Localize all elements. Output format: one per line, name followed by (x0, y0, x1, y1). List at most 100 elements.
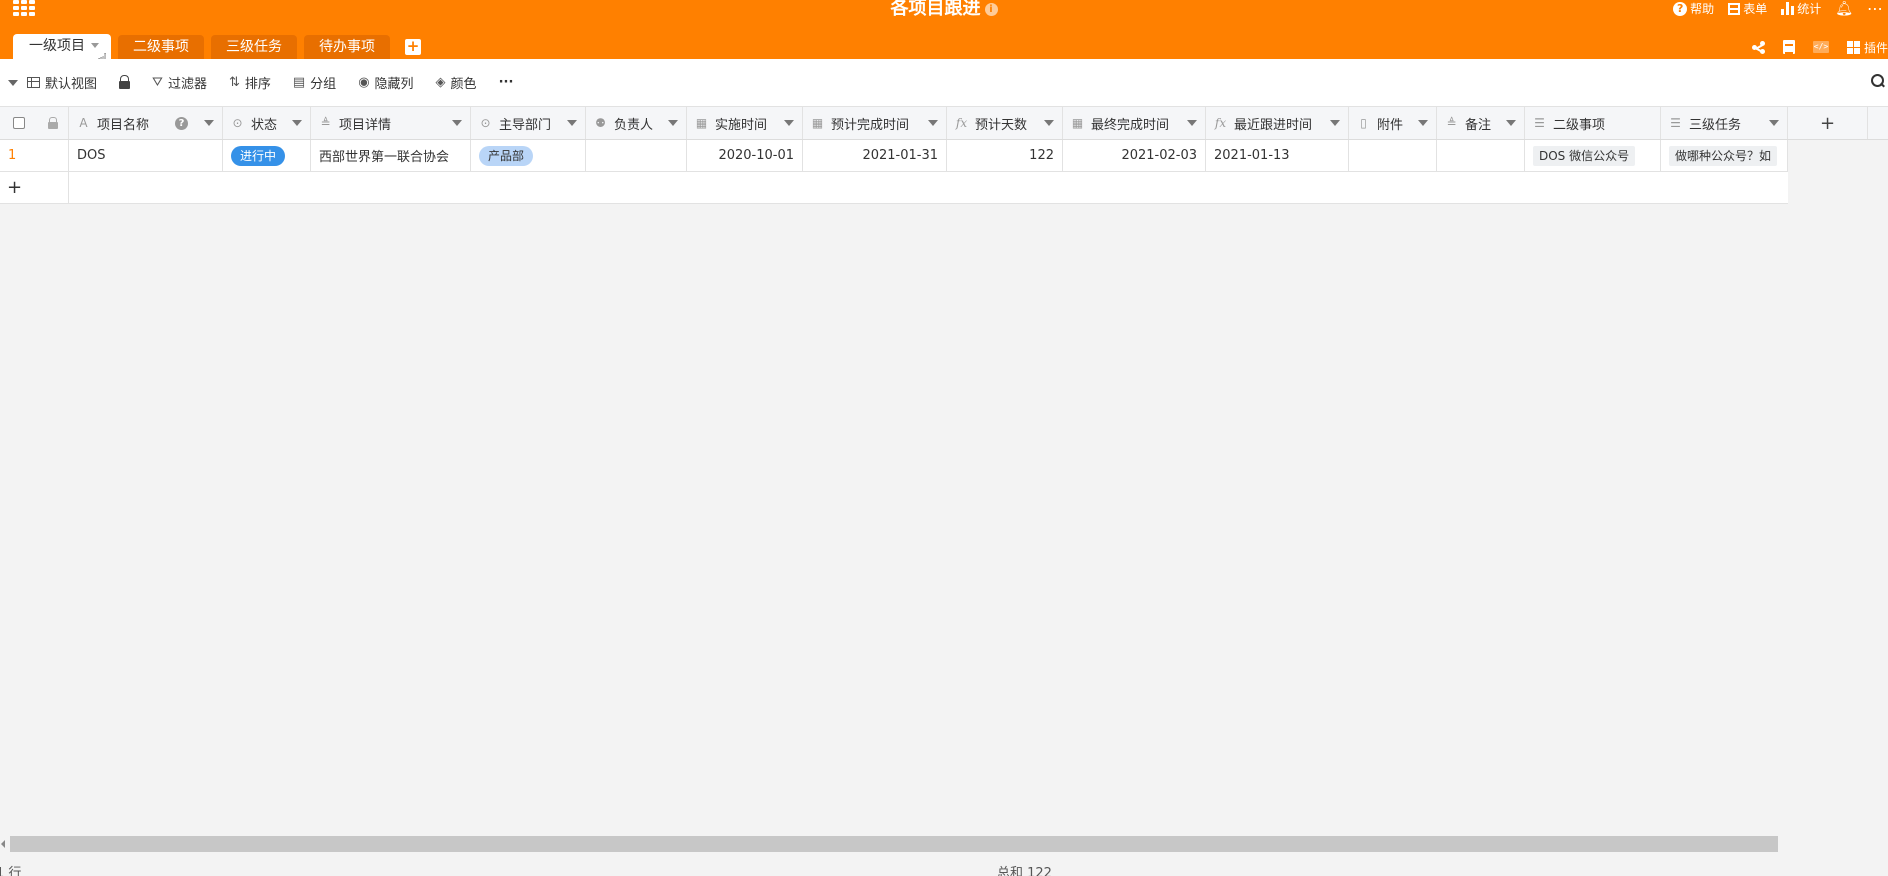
table-actions: </> 插件 (1734, 37, 1888, 57)
chevron-down-icon[interactable] (1330, 120, 1340, 126)
view-lock-button[interactable] (119, 74, 131, 89)
color-button[interactable]: ◈ 颜色 (436, 73, 477, 92)
column-header-owner[interactable]: ⚉ 负责人 (586, 107, 687, 139)
chevron-down-icon[interactable] (1506, 120, 1516, 126)
form-label: 表单 (1743, 2, 1768, 16)
cell-status[interactable]: 进行中 (223, 140, 311, 171)
select-all-checkbox[interactable] (0, 107, 38, 139)
form-button[interactable]: 表单 (1728, 0, 1767, 17)
scrollbar-thumb[interactable] (10, 836, 1778, 852)
tab-level2[interactable]: 二级事项 (118, 35, 204, 59)
notification-bell-icon[interactable]: 🔔︎ (1835, 1, 1853, 17)
column-header-attachment[interactable]: ▯ 附件 (1349, 107, 1437, 139)
plugins-button[interactable]: 插件 (1846, 39, 1888, 56)
sort-button[interactable]: ⇅ 排序 (229, 73, 271, 92)
cell-level2[interactable]: DOS 微信公众号 (1525, 140, 1661, 171)
tab-dropdown-icon[interactable] (91, 43, 99, 48)
help-button[interactable]: ? 帮助 (1673, 0, 1714, 17)
add-table-button[interactable]: + (405, 39, 421, 55)
checkbox[interactable] (13, 117, 25, 129)
cell-last-follow[interactable]: 2021-01-13 (1206, 140, 1349, 171)
column-label: 最近跟进时间 (1234, 117, 1313, 133)
apps-grid-icon[interactable] (13, 0, 37, 17)
row-count: 1 行 (0, 866, 22, 876)
table-row[interactable]: 1 DOS 进行中 西部世界第一联合协会 产品部 2020-10-01 2021… (0, 140, 1788, 172)
group-button[interactable]: ▤ 分组 (293, 73, 336, 92)
column-header-expected-days[interactable]: fx 预计天数 (947, 107, 1063, 139)
question-icon[interactable]: ? (175, 116, 188, 130)
chevron-down-icon[interactable] (1769, 120, 1779, 126)
cell-owner[interactable] (586, 140, 687, 171)
chevron-down-icon[interactable] (1187, 120, 1197, 126)
row-lock-header[interactable] (38, 107, 69, 139)
more-menu-icon[interactable]: ⋯ (1867, 0, 1884, 18)
row-number-cell[interactable]: 1 (0, 140, 69, 171)
add-column-button[interactable]: + (1788, 107, 1868, 139)
hide-columns-button[interactable]: ◉ 隐藏列 (358, 73, 413, 92)
cell-expected-end[interactable]: 2021-01-31 (803, 140, 947, 171)
chevron-down-icon[interactable] (668, 120, 678, 126)
tab-level3[interactable]: 三级任务 (211, 35, 297, 59)
info-icon[interactable]: i (984, 3, 998, 16)
app-title[interactable]: 各项目跟进 (891, 0, 981, 19)
chevron-down-icon[interactable] (1418, 120, 1428, 126)
chevron-down-icon[interactable] (567, 120, 577, 126)
column-label: 状态 (251, 117, 278, 133)
chevron-down-icon[interactable] (784, 120, 794, 126)
more-toolbar-button[interactable]: ··· (499, 75, 514, 90)
chevron-down-icon[interactable] (452, 120, 462, 126)
data-grid: A 项目名称 ? ⊙ 状态 ≜ 项目详情 ⊙ 主导部门 ⚉ 负责人 ▦ 实施时间 (0, 106, 1888, 836)
column-header-final-end[interactable]: ▦ 最终完成时间 (1063, 107, 1206, 139)
text-icon: A (79, 116, 88, 130)
column-label: 项目详情 (339, 117, 392, 133)
filter-button[interactable]: ⛛ 过滤器 (152, 73, 207, 92)
cell-start-date[interactable]: 2020-10-01 (687, 140, 803, 171)
chevron-down-icon[interactable] (204, 120, 214, 126)
cell-project-name[interactable]: DOS (69, 140, 223, 171)
document-icon (1782, 40, 1795, 54)
single-select-icon: ⊙ (232, 116, 243, 130)
column-label: 最终完成时间 (1091, 117, 1170, 133)
cell-level3[interactable]: 做哪种公众号？如 (1661, 140, 1788, 171)
paint-bucket-icon: ◈ (435, 75, 446, 90)
linked-record-chip[interactable]: DOS 微信公众号 (1533, 145, 1636, 166)
stats-button[interactable]: 统计 (1781, 0, 1821, 17)
cell-attachment[interactable] (1349, 140, 1437, 171)
column-label: 主导部门 (499, 117, 552, 133)
share-button[interactable] (1751, 40, 1765, 54)
column-header-status[interactable]: ⊙ 状态 (223, 107, 311, 139)
chevron-down-icon[interactable] (292, 120, 302, 126)
cell-final-end[interactable]: 2021-02-03 (1063, 140, 1206, 171)
column-header-level3[interactable]: ☰ 三级任务 (1661, 107, 1788, 139)
formula-icon: fx (955, 116, 968, 130)
group-icon: ▤ (292, 75, 306, 90)
code-button[interactable]: </> (1812, 41, 1829, 53)
horizontal-scrollbar[interactable] (0, 836, 1888, 852)
add-row-button[interactable]: + (0, 172, 69, 203)
tab-todo[interactable]: 待办事项 (304, 35, 390, 59)
search-icon[interactable] (1871, 74, 1884, 87)
column-header-details[interactable]: ≜ 项目详情 (311, 107, 471, 139)
cell-remark[interactable] (1437, 140, 1525, 171)
column-header-expected-end[interactable]: ▦ 预计完成时间 (803, 107, 947, 139)
document-button[interactable] (1782, 40, 1795, 54)
column-header-level2[interactable]: ☰ 二级事项 (1525, 107, 1661, 139)
chevron-down-icon[interactable] (928, 120, 938, 126)
tab-level1[interactable]: 一级项目 (13, 34, 111, 59)
cell-details[interactable]: 西部世界第一联合协会 (311, 140, 471, 171)
link-icon: ☰ (1670, 116, 1681, 130)
column-header-last-follow[interactable]: fx 最近跟进时间 (1206, 107, 1349, 139)
view-list-toggle[interactable] (8, 79, 18, 86)
column-header-project-name[interactable]: A 项目名称 ? (69, 107, 223, 139)
form-icon (1728, 2, 1741, 15)
chevron-down-icon[interactable] (1044, 120, 1054, 126)
column-header-remark[interactable]: ≜ 备注 (1437, 107, 1525, 139)
linked-record-chip[interactable]: 做哪种公众号？如 (1669, 145, 1778, 166)
column-header-start-date[interactable]: ▦ 实施时间 (687, 107, 803, 139)
single-select-icon: ⊙ (480, 116, 491, 130)
cell-department[interactable]: 产品部 (471, 140, 586, 171)
scroll-left-icon[interactable] (1, 840, 5, 848)
column-header-department[interactable]: ⊙ 主导部门 (471, 107, 586, 139)
view-selector[interactable]: 默认视图 (27, 73, 97, 92)
cell-expected-days[interactable]: 122 (947, 140, 1063, 171)
